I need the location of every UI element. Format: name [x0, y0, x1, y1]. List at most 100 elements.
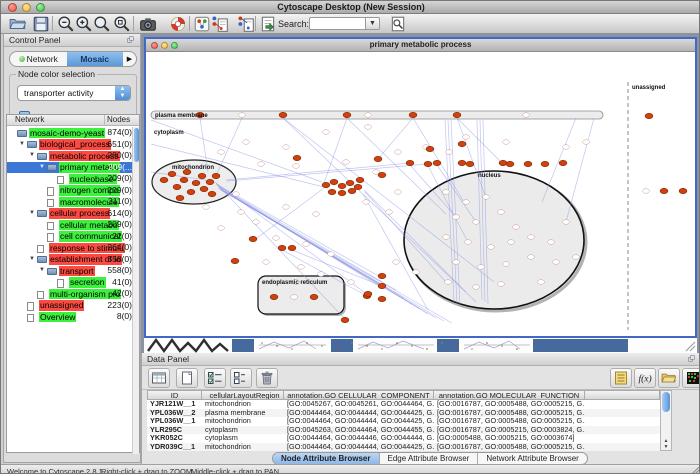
background-window-edge[interactable] — [232, 339, 254, 352]
tab-network[interactable]: Network — [10, 52, 67, 66]
column-header[interactable]: annotation.GO CELLULAR_COMPONENT — [284, 390, 434, 400]
node[interactable] — [488, 245, 495, 250]
node[interactable] — [273, 236, 280, 241]
node[interactable] — [239, 113, 246, 118]
node-selected[interactable] — [409, 112, 417, 117]
tree-expand-icon[interactable]: ▼ — [19, 139, 25, 151]
window-titlebar[interactable]: Cytoscape Desktop (New Session) — [1, 1, 700, 14]
node[interactable] — [498, 210, 505, 215]
zoom-selected-icon[interactable] — [113, 15, 131, 33]
node-selected[interactable] — [328, 189, 336, 194]
node-selected[interactable] — [206, 179, 214, 184]
node-selected[interactable] — [424, 161, 432, 166]
node-selected[interactable] — [176, 195, 184, 200]
node-selected[interactable] — [346, 180, 354, 185]
node-selected[interactable] — [364, 291, 372, 296]
compartment-plasma-membrane[interactable] — [151, 111, 603, 119]
node-selected[interactable] — [524, 161, 532, 166]
float-panel-icon[interactable] — [127, 36, 137, 46]
background-window-edge[interactable] — [331, 339, 353, 352]
function-builder-button[interactable]: f(x) — [634, 368, 656, 388]
tree-row[interactable]: response to stimulu264(0) — [7, 242, 139, 254]
zoom-in-icon[interactable] — [75, 15, 93, 33]
node[interactable] — [365, 113, 372, 118]
node[interactable] — [453, 215, 460, 220]
node[interactable] — [528, 235, 535, 240]
tab-network-attribute-browser[interactable]: Network Attribute Browser — [477, 453, 586, 464]
node[interactable] — [318, 272, 325, 277]
node-selected[interactable] — [192, 180, 200, 185]
node-selected[interactable] — [378, 273, 386, 278]
node[interactable] — [365, 125, 372, 130]
node[interactable] — [218, 226, 225, 231]
node-selected[interactable] — [278, 245, 286, 250]
resize-grip[interactable] — [691, 466, 700, 474]
node[interactable] — [283, 145, 290, 150]
scrollbar-arrows[interactable]: ▲▼ — [661, 438, 671, 450]
node-selected[interactable] — [506, 161, 514, 166]
compartment-nucleus[interactable] — [404, 171, 584, 309]
node-selected[interactable] — [187, 189, 195, 194]
matrix-button[interactable] — [682, 368, 700, 388]
table-scrollbar-thumb[interactable] — [662, 392, 670, 412]
tree-row[interactable]: ▼establishment of lo558(0) — [7, 254, 139, 266]
node-selected[interactable] — [198, 173, 206, 178]
node[interactable] — [643, 189, 650, 194]
tree-row[interactable]: nucleobase-209(0) — [7, 173, 139, 185]
node[interactable] — [395, 190, 402, 195]
create-attribute-button[interactable] — [176, 368, 198, 388]
tree-row[interactable]: cell communicat22(0) — [7, 231, 139, 243]
node-selected[interactable] — [279, 112, 287, 117]
annotation-export-icon[interactable] — [237, 15, 255, 33]
node-selected[interactable] — [212, 173, 220, 178]
node[interactable] — [463, 200, 470, 205]
node[interactable] — [395, 150, 402, 155]
tree-row[interactable]: cellular metabo209(0) — [7, 219, 139, 231]
node[interactable] — [503, 140, 510, 145]
table-import-icon[interactable] — [259, 15, 277, 33]
node-selected[interactable] — [679, 188, 687, 193]
node[interactable] — [483, 195, 490, 200]
node[interactable] — [413, 270, 420, 275]
search-input[interactable] — [309, 17, 365, 30]
tree-row[interactable]: secretion41(0) — [7, 277, 139, 289]
node-selected[interactable] — [200, 186, 208, 191]
node[interactable] — [363, 200, 370, 205]
node[interactable] — [443, 190, 450, 195]
tree-row[interactable]: ▼transport558(0) — [7, 265, 139, 277]
tab-edge-attribute-browser[interactable]: Edge Attribute Browser — [379, 453, 478, 464]
attribute-table-button[interactable] — [148, 368, 170, 388]
tree-expand-icon[interactable]: ▼ — [29, 150, 35, 162]
tree-row[interactable]: ▼metabolic process280(0) — [7, 150, 139, 162]
table-row[interactable]: YDR039C__1mitochondrion[GO:0044464, GO:0… — [147, 443, 660, 452]
table-row[interactable]: YPL036W__2plasma membrane[GO:0044464, GO… — [147, 409, 660, 418]
node-selected[interactable] — [343, 112, 351, 117]
snapshot-icon[interactable] — [139, 15, 157, 33]
tree-scrollbar-thumb[interactable] — [134, 128, 139, 162]
tree-row[interactable]: ▼biological_process651(0) — [7, 139, 139, 151]
table-row[interactable]: YJR121W__1mitochondrion[GO:0045267, GO:0… — [147, 400, 660, 409]
tree-expand-icon[interactable]: ▼ — [39, 162, 45, 174]
tree-expand-icon[interactable]: ▼ — [29, 208, 35, 220]
node-selected[interactable] — [173, 184, 181, 189]
node-selected[interactable] — [231, 258, 239, 263]
node[interactable] — [203, 205, 210, 210]
node-color-dropdown[interactable]: transporter activity ▲▼ — [17, 85, 131, 101]
save-icon[interactable] — [32, 15, 50, 33]
node[interactable] — [453, 260, 460, 265]
node-selected[interactable] — [406, 160, 414, 165]
node[interactable] — [443, 235, 450, 240]
tree-row[interactable]: Overview8(0) — [7, 311, 139, 323]
node-selected[interactable] — [208, 191, 216, 196]
node[interactable] — [503, 262, 510, 267]
unselect-attributes-button[interactable] — [230, 368, 252, 388]
node-selected[interactable] — [180, 177, 188, 182]
node[interactable] — [563, 220, 570, 225]
node[interactable] — [303, 242, 310, 247]
node-selected[interactable] — [453, 112, 461, 117]
node-selected[interactable] — [458, 160, 466, 165]
table-row[interactable]: YPL036W__1mitochondrion[GO:0044464, GO:0… — [147, 417, 660, 426]
node-selected[interactable] — [378, 172, 386, 177]
node[interactable] — [258, 162, 265, 167]
node-selected[interactable] — [660, 188, 668, 193]
